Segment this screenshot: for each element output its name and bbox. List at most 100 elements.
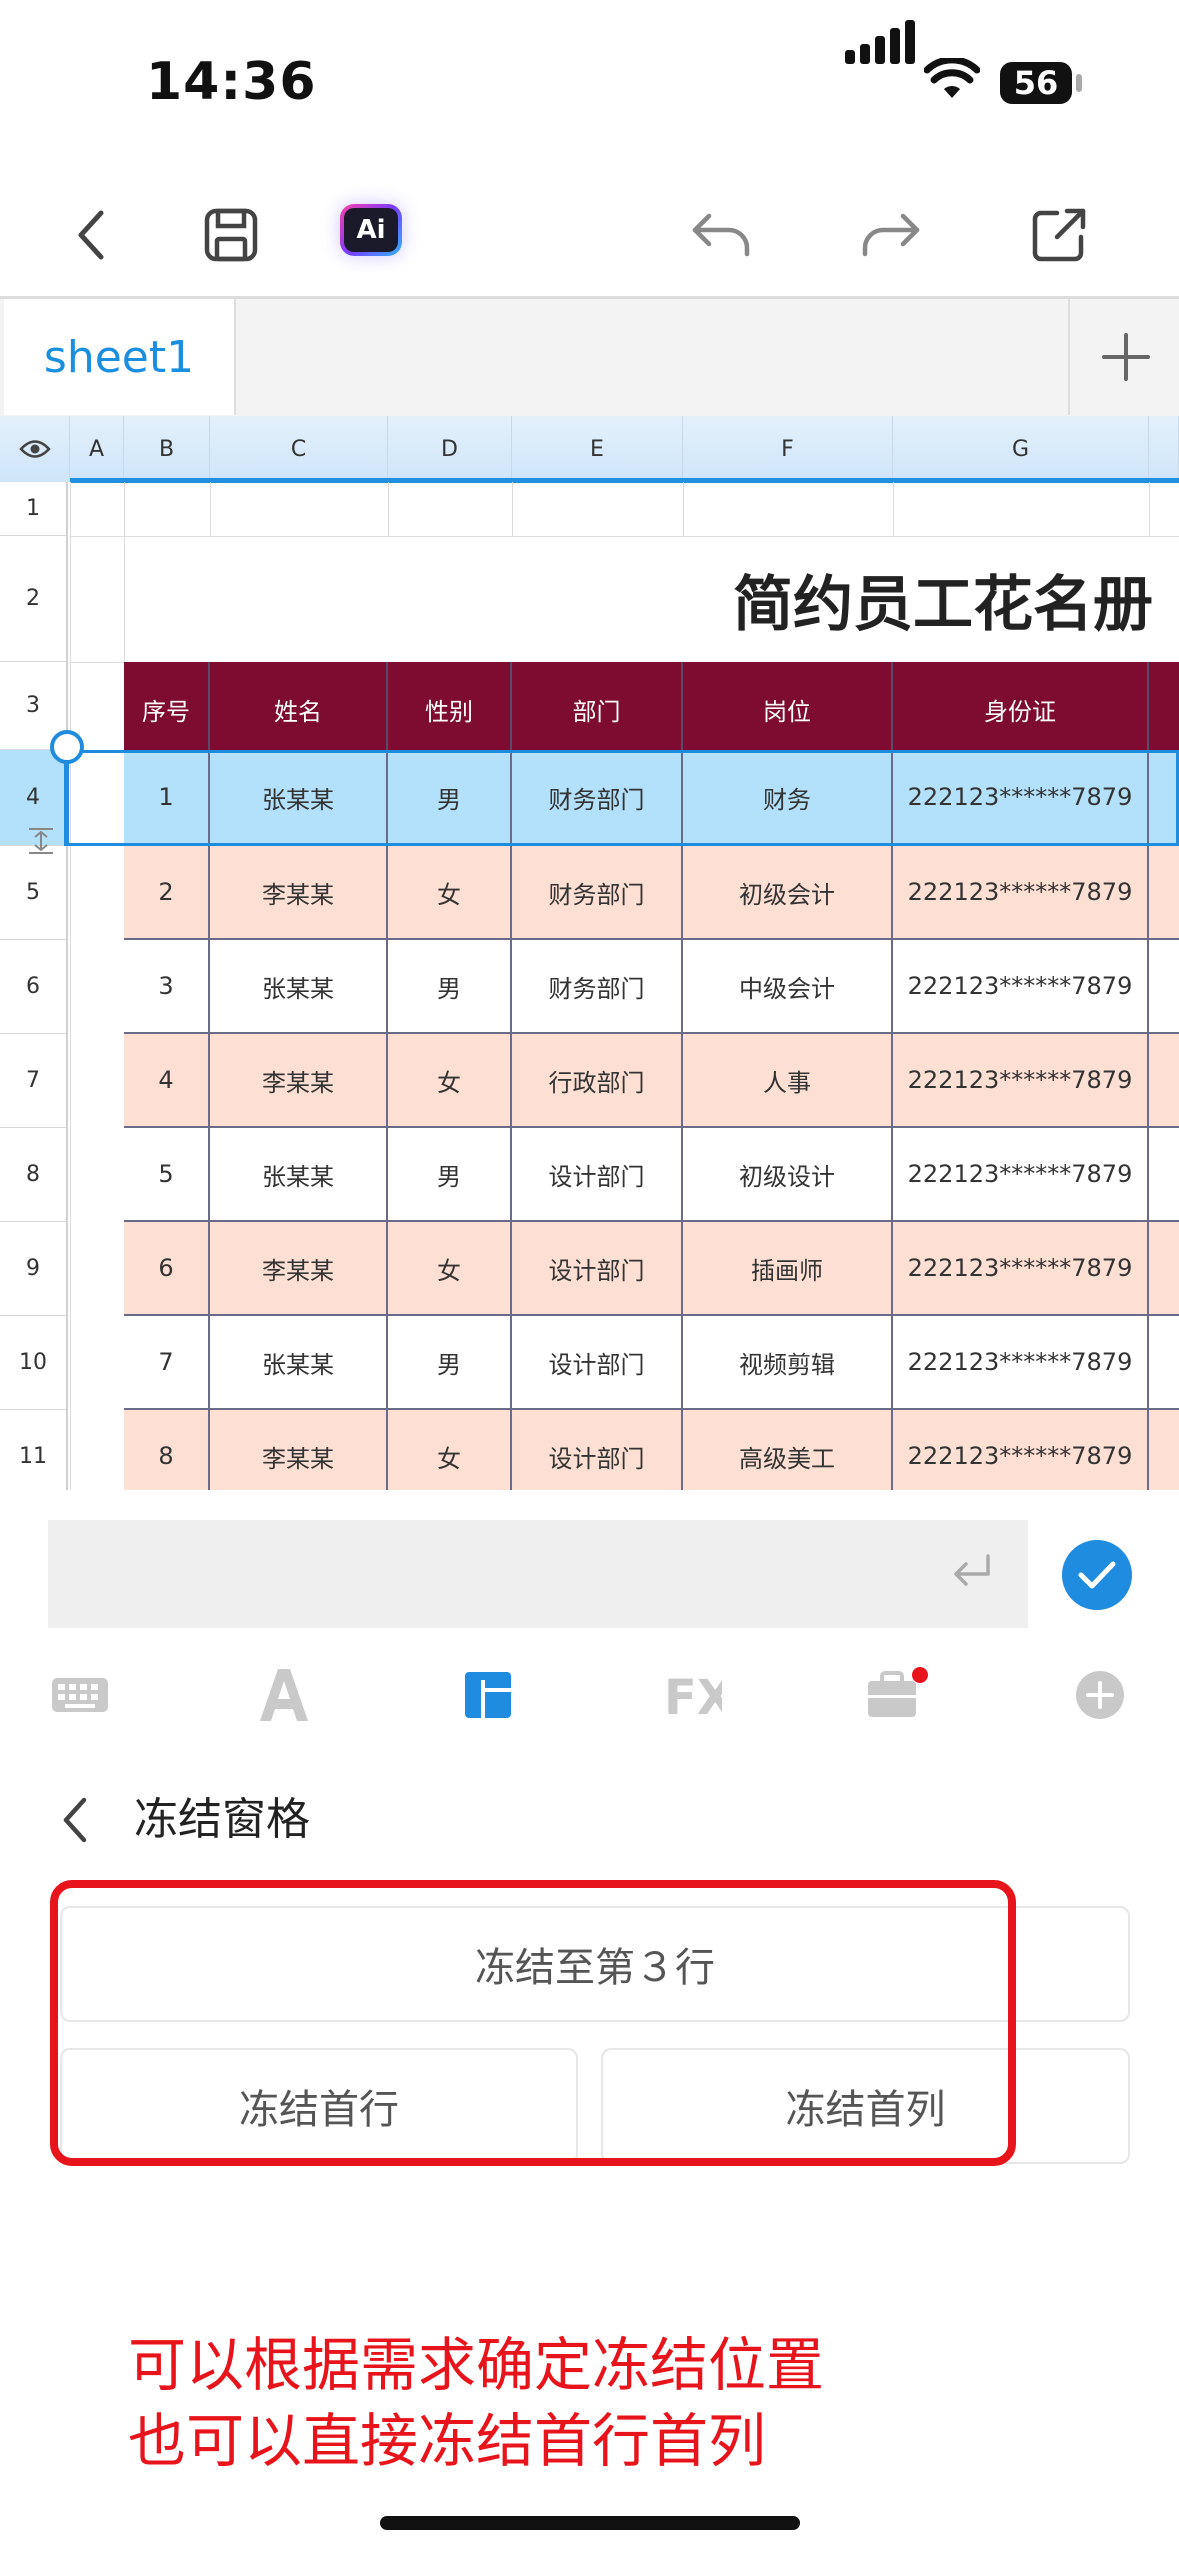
table-cell[interactable]: [1149, 1034, 1179, 1128]
table-cell[interactable]: 222123******7879: [893, 1222, 1149, 1316]
col-header-a[interactable]: A: [70, 416, 124, 482]
table-cell[interactable]: 张某某: [210, 1316, 388, 1410]
table-cell[interactable]: 李某某: [210, 1222, 388, 1316]
table-cell[interactable]: 设计部门: [512, 1222, 683, 1316]
col-header-e[interactable]: E: [512, 416, 683, 482]
table-cell[interactable]: 男: [388, 940, 512, 1034]
col-header-f[interactable]: F: [683, 416, 893, 482]
table-cell[interactable]: 行政部门: [512, 1034, 683, 1128]
table-cell[interactable]: 初级会计: [683, 846, 893, 940]
row-header-9[interactable]: 9: [0, 1222, 68, 1316]
table-cell[interactable]: 李某某: [210, 846, 388, 940]
col-header-h[interactable]: [1149, 416, 1179, 482]
tab-sheet1[interactable]: sheet1: [4, 299, 236, 415]
table-header-cell[interactable]: 姓名: [210, 662, 388, 756]
table-cell[interactable]: 李某某: [210, 1034, 388, 1128]
table-cell[interactable]: 人事: [683, 1034, 893, 1128]
save-icon[interactable]: [196, 200, 266, 270]
col-header-d[interactable]: D: [388, 416, 512, 482]
table-cell[interactable]: 222123******7879: [893, 846, 1149, 940]
table-cell[interactable]: 财务部门: [512, 940, 683, 1034]
table-header-cell[interactable]: 序号: [124, 662, 210, 756]
toolbox-tab[interactable]: [856, 1660, 936, 1730]
table-cell[interactable]: 男: [388, 750, 512, 846]
table-cell[interactable]: 女: [388, 1222, 512, 1316]
table-cell[interactable]: 财务部门: [512, 750, 683, 846]
table-cell[interactable]: 222123******7879: [893, 1034, 1149, 1128]
table-cell[interactable]: 6: [124, 1222, 210, 1316]
table-cell[interactable]: 设计部门: [512, 1410, 683, 1490]
selection-handle[interactable]: [50, 730, 84, 764]
table-cell[interactable]: 3: [124, 940, 210, 1034]
cell-input-field[interactable]: [48, 1520, 1028, 1628]
table-header-cell[interactable]: 部门: [512, 662, 683, 756]
table-cell[interactable]: 高级美工: [683, 1410, 893, 1490]
spreadsheet-grid[interactable]: A B C D E F G 1 2 3 4 5 6 7 8 9 10 11 简约…: [0, 416, 1179, 1490]
undo-icon[interactable]: [686, 200, 756, 270]
formula-tab[interactable]: FX: [652, 1660, 732, 1730]
table-cell[interactable]: [1149, 846, 1179, 940]
table-cell[interactable]: 男: [388, 1316, 512, 1410]
table-header-cell[interactable]: [1149, 662, 1179, 756]
table-cell[interactable]: 张某某: [210, 1128, 388, 1222]
table-cell[interactable]: [1149, 1410, 1179, 1490]
col-header-g[interactable]: G: [893, 416, 1149, 482]
col-header-c[interactable]: C: [210, 416, 388, 482]
font-tab[interactable]: [244, 1660, 324, 1730]
table-cell[interactable]: [1149, 1316, 1179, 1410]
table-cell[interactable]: 男: [388, 1128, 512, 1222]
redo-icon[interactable]: [856, 200, 926, 270]
table-cell[interactable]: 插画师: [683, 1222, 893, 1316]
table-cell[interactable]: [1149, 750, 1179, 846]
table-header-cell[interactable]: 性别: [388, 662, 512, 756]
table-cell[interactable]: 1: [124, 750, 210, 846]
table-cell[interactable]: 222123******7879: [893, 750, 1149, 846]
table-cell[interactable]: [1149, 1222, 1179, 1316]
keyboard-tab[interactable]: [40, 1660, 120, 1730]
row-header-8[interactable]: 8: [0, 1128, 68, 1222]
table-cell[interactable]: 2: [124, 846, 210, 940]
table-cell[interactable]: 张某某: [210, 940, 388, 1034]
table-cell[interactable]: 8: [124, 1410, 210, 1490]
table-cell[interactable]: 设计部门: [512, 1128, 683, 1222]
row-header-11[interactable]: 11: [0, 1410, 68, 1490]
table-cell[interactable]: 中级会计: [683, 940, 893, 1034]
table-cell[interactable]: 4: [124, 1034, 210, 1128]
table-cell[interactable]: [1149, 1128, 1179, 1222]
row-resize-icon[interactable]: [26, 826, 56, 863]
visibility-toggle[interactable]: [0, 416, 70, 482]
home-indicator[interactable]: [380, 2516, 800, 2530]
table-cell[interactable]: 女: [388, 846, 512, 940]
table-cell[interactable]: 初级设计: [683, 1128, 893, 1222]
ai-button[interactable]: Ai: [340, 204, 402, 256]
layout-tab[interactable]: [448, 1660, 528, 1730]
add-sheet-button[interactable]: [1068, 299, 1179, 415]
sheet-title-cell[interactable]: 简约员工花名册: [124, 536, 1179, 662]
row-header-2[interactable]: 2: [0, 536, 68, 662]
col-header-b[interactable]: B: [124, 416, 210, 482]
table-cell[interactable]: 李某某: [210, 1410, 388, 1490]
table-cell[interactable]: 222123******7879: [893, 1128, 1149, 1222]
row-header-7[interactable]: 7: [0, 1034, 68, 1128]
table-cell[interactable]: 5: [124, 1128, 210, 1222]
table-cell[interactable]: 财务部门: [512, 846, 683, 940]
table-header-cell[interactable]: 岗位: [683, 662, 893, 756]
panel-back-icon[interactable]: [60, 1790, 110, 1850]
share-icon[interactable]: [1024, 200, 1094, 270]
table-cell[interactable]: [1149, 940, 1179, 1034]
table-cell[interactable]: 设计部门: [512, 1316, 683, 1410]
row-header-1[interactable]: 1: [0, 482, 68, 536]
table-cell[interactable]: 222123******7879: [893, 1410, 1149, 1490]
more-tab[interactable]: [1060, 1660, 1140, 1730]
table-cell[interactable]: 7: [124, 1316, 210, 1410]
table-cell[interactable]: 女: [388, 1410, 512, 1490]
row-header-6[interactable]: 6: [0, 940, 68, 1034]
table-cell[interactable]: 财务: [683, 750, 893, 846]
table-cell[interactable]: 女: [388, 1034, 512, 1128]
table-cell[interactable]: 222123******7879: [893, 940, 1149, 1034]
table-cell[interactable]: 张某某: [210, 750, 388, 846]
confirm-button[interactable]: [1062, 1540, 1132, 1610]
row-header-10[interactable]: 10: [0, 1316, 68, 1410]
table-cell[interactable]: 视频剪辑: [683, 1316, 893, 1410]
table-header-cell[interactable]: 身份证: [893, 662, 1149, 756]
